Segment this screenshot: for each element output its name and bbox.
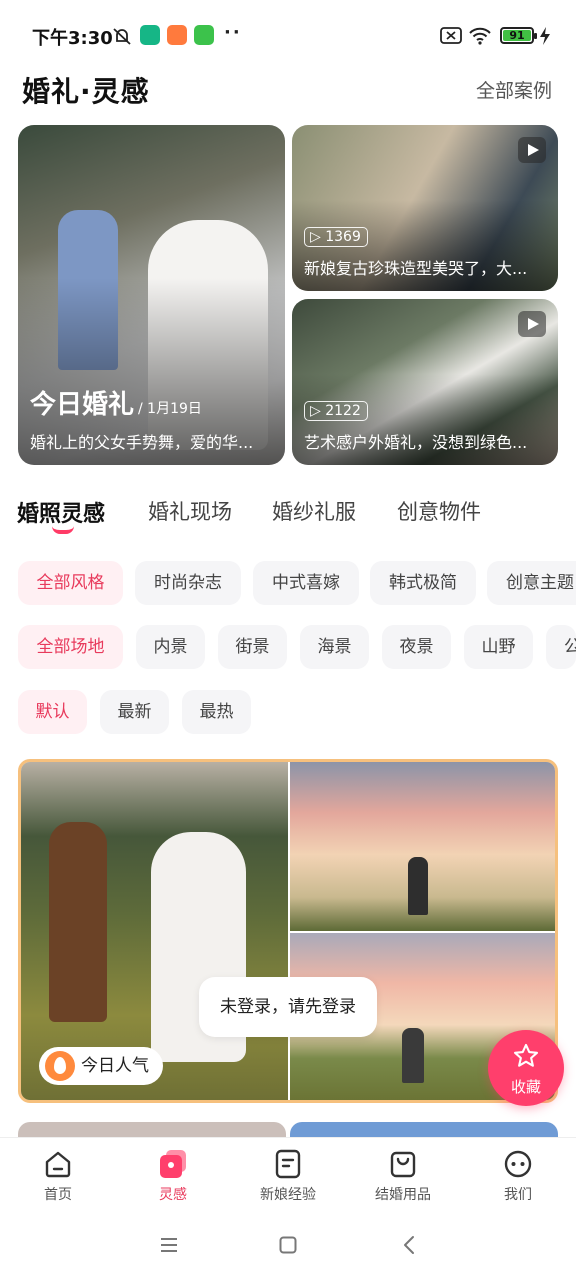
video-card-outdoor-wedding[interactable]: ▷ 2122 艺术感户外婚礼，没想到绿色... — [292, 299, 558, 465]
menu-icon[interactable] — [160, 1237, 178, 1253]
favorite-button[interactable]: 收藏 — [488, 1030, 564, 1106]
star-icon — [513, 1043, 539, 1067]
all-cases-link[interactable]: 全部案例 — [476, 76, 552, 103]
featured-caption: 婚礼上的父女手势舞，爱的华... — [30, 433, 254, 452]
card-photo-figure — [49, 822, 107, 1022]
play-icon — [518, 311, 546, 337]
android-app-icon — [194, 25, 214, 45]
featured-title-row: 今日婚礼/ 1月19日 — [30, 384, 202, 421]
featured-date: / 1月19日 — [138, 401, 202, 417]
nav-inspiration[interactable]: 灵感 — [123, 1148, 223, 1204]
inspiration-icon — [160, 1150, 186, 1178]
nav-label: 新娘经验 — [260, 1187, 316, 1203]
filter-style-fashion[interactable]: 时尚杂志 — [135, 561, 241, 605]
filter-style-chinese[interactable]: 中式喜嫁 — [253, 561, 359, 605]
view-count: ▷ 1369 — [304, 227, 368, 247]
tab-wedding-dress[interactable]: 婚纱礼服 — [272, 496, 356, 526]
tab-wedding-scene[interactable]: 婚礼现场 — [148, 496, 232, 526]
shield-app-icon — [140, 25, 160, 45]
play-icon — [518, 137, 546, 163]
status-time: 下午3:30 — [32, 28, 113, 49]
nav-home[interactable]: 首页 — [8, 1148, 108, 1204]
card-photo-figure — [408, 857, 428, 915]
filter-venue-street[interactable]: 街景 — [218, 625, 287, 669]
sim-off-icon — [440, 27, 462, 44]
filter-style-creative[interactable]: 创意主题 — [487, 561, 576, 605]
favorite-label: 收藏 — [510, 1078, 541, 1096]
trending-badge: 今日人气 — [39, 1047, 163, 1085]
flame-icon — [45, 1051, 75, 1081]
nav-label: 灵感 — [159, 1187, 187, 1203]
login-toast: 未登录，请先登录 — [199, 977, 377, 1037]
photo-gallery-card[interactable]: 今日人气 — [18, 759, 558, 1103]
silent-bell-icon — [113, 28, 131, 45]
video-card-bride-pearls[interactable]: ▷ 1369 新娘复古珍珠造型美哭了，大... — [292, 125, 558, 291]
nav-us[interactable]: 我们 — [468, 1148, 568, 1204]
bottom-navigation: 首页 灵感 新娘经验 结婚用品 我们 — [0, 1137, 576, 1217]
nav-bride-experience[interactable]: 新娘经验 — [238, 1148, 338, 1204]
featured-wedding-card[interactable]: 今日婚礼/ 1月19日 婚礼上的父女手势舞，爱的华... — [18, 125, 285, 465]
filter-venue-night[interactable]: 夜景 — [382, 625, 451, 669]
back-icon[interactable] — [402, 1235, 416, 1255]
notes-icon — [275, 1149, 301, 1179]
gallery-photo-couple: 今日人气 — [21, 762, 288, 1100]
page-title: 婚礼·灵感 — [22, 75, 150, 108]
filter-style-korean[interactable]: 韩式极简 — [370, 561, 476, 605]
battery-level: 91 — [503, 30, 531, 41]
view-count: ▷ 2122 — [304, 401, 368, 421]
video-caption: 新娘复古珍珠造型美哭了，大... — [304, 259, 528, 278]
filter-venue-park[interactable]: 公 — [546, 625, 576, 669]
nav-label: 结婚用品 — [375, 1187, 431, 1203]
video-caption: 艺术感户外婚礼，没想到绿色... — [304, 433, 528, 452]
status-bar: 下午3:30 ·· 91 — [0, 0, 576, 70]
sort-newest[interactable]: 最新 — [100, 690, 169, 734]
wifi-icon — [469, 27, 491, 45]
system-navigation-bar — [0, 1217, 576, 1280]
nav-wedding-supplies[interactable]: 结婚用品 — [353, 1148, 453, 1204]
tab-wedding-photo[interactable]: 婚照灵感 — [17, 496, 105, 528]
filter-venue-mountain[interactable]: 山野 — [464, 625, 533, 669]
shopping-app-icon — [167, 25, 187, 45]
sort-default[interactable]: 默认 — [18, 690, 87, 734]
shopping-bag-icon — [390, 1151, 416, 1178]
filter-venue-all[interactable]: 全部场地 — [18, 625, 123, 669]
filter-style-all[interactable]: 全部风格 — [18, 561, 123, 605]
home-icon — [45, 1151, 71, 1178]
battery-icon: 91 — [500, 27, 537, 44]
card-photo-figure — [402, 1028, 424, 1083]
sort-hottest[interactable]: 最热 — [182, 690, 251, 734]
nav-label: 首页 — [44, 1187, 72, 1203]
more-notifications-icon: ·· — [224, 22, 242, 43]
nav-label: 我们 — [504, 1187, 532, 1203]
active-tab-indicator — [52, 526, 74, 534]
gallery-photo-sunset-1 — [290, 762, 555, 931]
tab-creative-items[interactable]: 创意物件 — [397, 496, 481, 526]
charging-icon — [540, 27, 550, 45]
home-square-icon[interactable] — [279, 1236, 297, 1254]
filter-venue-indoor[interactable]: 内景 — [136, 625, 205, 669]
couple-face-icon — [504, 1150, 532, 1178]
filter-venue-beach[interactable]: 海景 — [300, 625, 369, 669]
featured-title: 今日婚礼 — [30, 390, 135, 420]
